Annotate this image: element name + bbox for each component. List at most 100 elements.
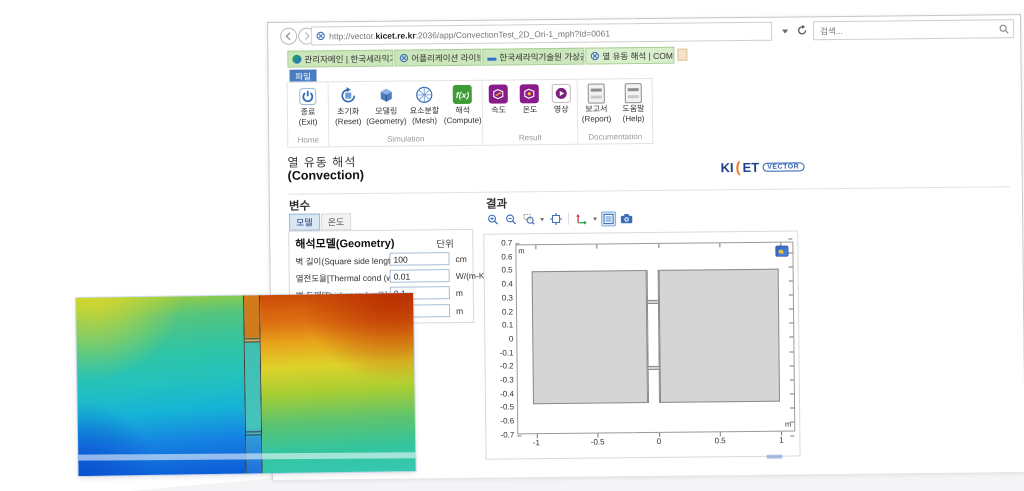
zoom-box-button[interactable] <box>521 212 536 227</box>
tab-convection-active[interactable]: 열 유동 해석 | COMSOL Se... × <box>585 47 674 65</box>
param-row-square-side: 벽 길이(Square side length): cm <box>295 252 470 269</box>
section-divider <box>288 186 1010 195</box>
group-caption: Simulation <box>329 134 482 145</box>
reset-icon <box>337 85 358 106</box>
y-tick-label: 0.6 <box>488 253 512 261</box>
y-tick-label: -0.7 <box>490 431 514 439</box>
geometry-cube-icon <box>376 85 397 106</box>
snapshot-camera-button[interactable] <box>619 211 634 226</box>
orange-paren: ( <box>735 159 740 176</box>
wall-divider <box>648 300 658 304</box>
tab-model[interactable]: 모델 <box>289 213 320 230</box>
y-tick-label: 0.1 <box>489 322 513 330</box>
new-tab-button[interactable] <box>677 49 687 61</box>
wall-divider <box>246 431 261 435</box>
kicet-vector-logo: KI(ET VECTOR <box>720 158 804 176</box>
ribbon-group-documentation: 보고서 (Report) 도움말 (Help) Documentation <box>578 79 653 144</box>
x-tick-label: 0 <box>657 437 662 446</box>
mesh-icon <box>414 84 435 105</box>
zoom-out-button[interactable] <box>503 212 518 227</box>
wall-divider <box>649 366 659 370</box>
vector-badge: VECTOR <box>762 162 804 171</box>
y-tick-label: 0.5 <box>489 267 513 275</box>
temperature-plot-icon <box>519 83 540 104</box>
address-dropdown-caret[interactable] <box>782 30 788 34</box>
variables-section-title: 변수 <box>289 198 310 214</box>
zoom-box-caret[interactable] <box>540 218 544 221</box>
comsol-favicon <box>399 54 408 63</box>
panel-title: 해석모델(Geometry) <box>295 235 394 252</box>
screenshot-stage: http://vector.kicet.re.kr:2036/app/Conve… <box>0 0 1024 491</box>
comsol-favicon <box>316 31 325 40</box>
group-caption: Result <box>483 133 577 143</box>
animation-play-icon <box>550 83 571 104</box>
y-axis-unit: m <box>518 246 524 255</box>
address-bar[interactable]: http://vector.kicet.re.kr:2036/app/Conve… <box>311 22 772 46</box>
square-side-length-input[interactable] <box>389 252 449 266</box>
x-tick-label: -0.5 <box>591 437 605 446</box>
zoom-in-button[interactable] <box>485 212 500 227</box>
temperature-heatmap-overlay <box>76 293 416 476</box>
report-doc-icon <box>586 82 607 103</box>
comsol-favicon <box>590 52 599 61</box>
fine-print-smudge <box>767 455 783 459</box>
y-tick-label: -0.4 <box>490 390 514 398</box>
fx-compute-icon: f(x) <box>452 84 473 105</box>
thermal-cond-input[interactable] <box>390 269 450 283</box>
y-tick-label: 0.4 <box>489 281 513 289</box>
tab-temperature[interactable]: 온도 <box>321 213 352 230</box>
zoom-extents-button[interactable] <box>548 211 563 226</box>
ribbon-group-result: 속도 온도 영상 Result <box>483 80 579 145</box>
search-input[interactable] <box>818 23 999 37</box>
y-tick-label: -0.6 <box>490 418 514 426</box>
x-axis-labels: -1-0.500.51 <box>517 435 795 448</box>
tab-admin-main[interactable]: 관리자메인 | 한국세라믹기술... <box>287 50 393 68</box>
refresh-icon[interactable] <box>796 24 808 36</box>
tab-title: 한국세라믹기술원 가상공학센... <box>499 50 584 63</box>
tab-application-library[interactable]: 어플리케이션 라이브러리 | C... <box>394 49 481 67</box>
heatmap-right-cavity <box>260 293 416 473</box>
heatmap-left-cavity <box>76 296 246 476</box>
y-tick-label: 0 <box>489 335 513 343</box>
group-caption: Home <box>288 135 328 144</box>
search-icon <box>999 24 1009 34</box>
geometry-plot-area[interactable]: 0.7 0.6 0.5 0.4 0.3 0.2 0.1 0 -0.1 -0.2 -0.3 -0.4 -0… <box>483 230 800 459</box>
back-button[interactable] <box>280 28 297 45</box>
unit-column-header: 단위 <box>436 236 454 250</box>
help-doc-icon <box>623 82 644 103</box>
variables-tabs: 모델 온도 <box>289 213 351 231</box>
toolbar-separator <box>568 213 569 225</box>
y-tick-label: 0.7 <box>488 239 512 247</box>
y-tick-label: 0.2 <box>489 308 513 316</box>
y-tick-label: 0.3 <box>489 294 513 302</box>
plot-image-toggle-selected[interactable] <box>601 211 616 226</box>
x-tick-label: 1 <box>779 436 784 445</box>
plot-frame: m m <box>515 242 795 435</box>
ribbon-group-simulation: 초기화 (Reset) 모델링 (Geometry) 요소분할 (Mesh) <box>329 81 484 147</box>
tab-title: 어플리케이션 라이브러리 | C... <box>411 51 481 64</box>
y-axis-labels: 0.7 0.6 0.5 0.4 0.3 0.2 0.1 0 -0.1 -0.2 -0.3 -0.4 -0… <box>488 239 514 439</box>
y-tick-label: -0.3 <box>490 376 514 384</box>
top-edge-ticks <box>516 243 792 246</box>
left-square-geometry <box>532 270 648 404</box>
back-arrow-icon <box>284 32 293 41</box>
axes-caret[interactable] <box>593 217 597 220</box>
search-box[interactable] <box>813 19 1014 40</box>
right-square-geometry <box>659 269 780 403</box>
comsol-logo-button[interactable] <box>775 246 788 257</box>
ribbon-group-home: 종료 (Exit) Home <box>288 82 330 146</box>
right-edge-ticks <box>788 239 794 437</box>
page-title-en: (Convection) <box>288 168 365 183</box>
plot-toolbar <box>485 210 634 228</box>
forward-arrow-icon <box>302 32 311 41</box>
site-favicon <box>292 55 301 64</box>
tab-title: 관리자메인 | 한국세라믹기술... <box>304 52 393 65</box>
tab-title: 열 유동 해석 | COMSOL Se... <box>602 49 674 62</box>
tab-virtual-engineering[interactable]: 한국세라믹기술원 가상공학센... <box>482 48 584 66</box>
power-icon <box>297 85 318 106</box>
axes-orientation-button[interactable] <box>574 211 589 226</box>
y-tick-label: -0.2 <box>490 363 514 371</box>
y-tick-label: -0.1 <box>489 349 513 357</box>
y-tick-label: -0.5 <box>490 404 514 412</box>
velocity-plot-icon <box>488 83 509 104</box>
